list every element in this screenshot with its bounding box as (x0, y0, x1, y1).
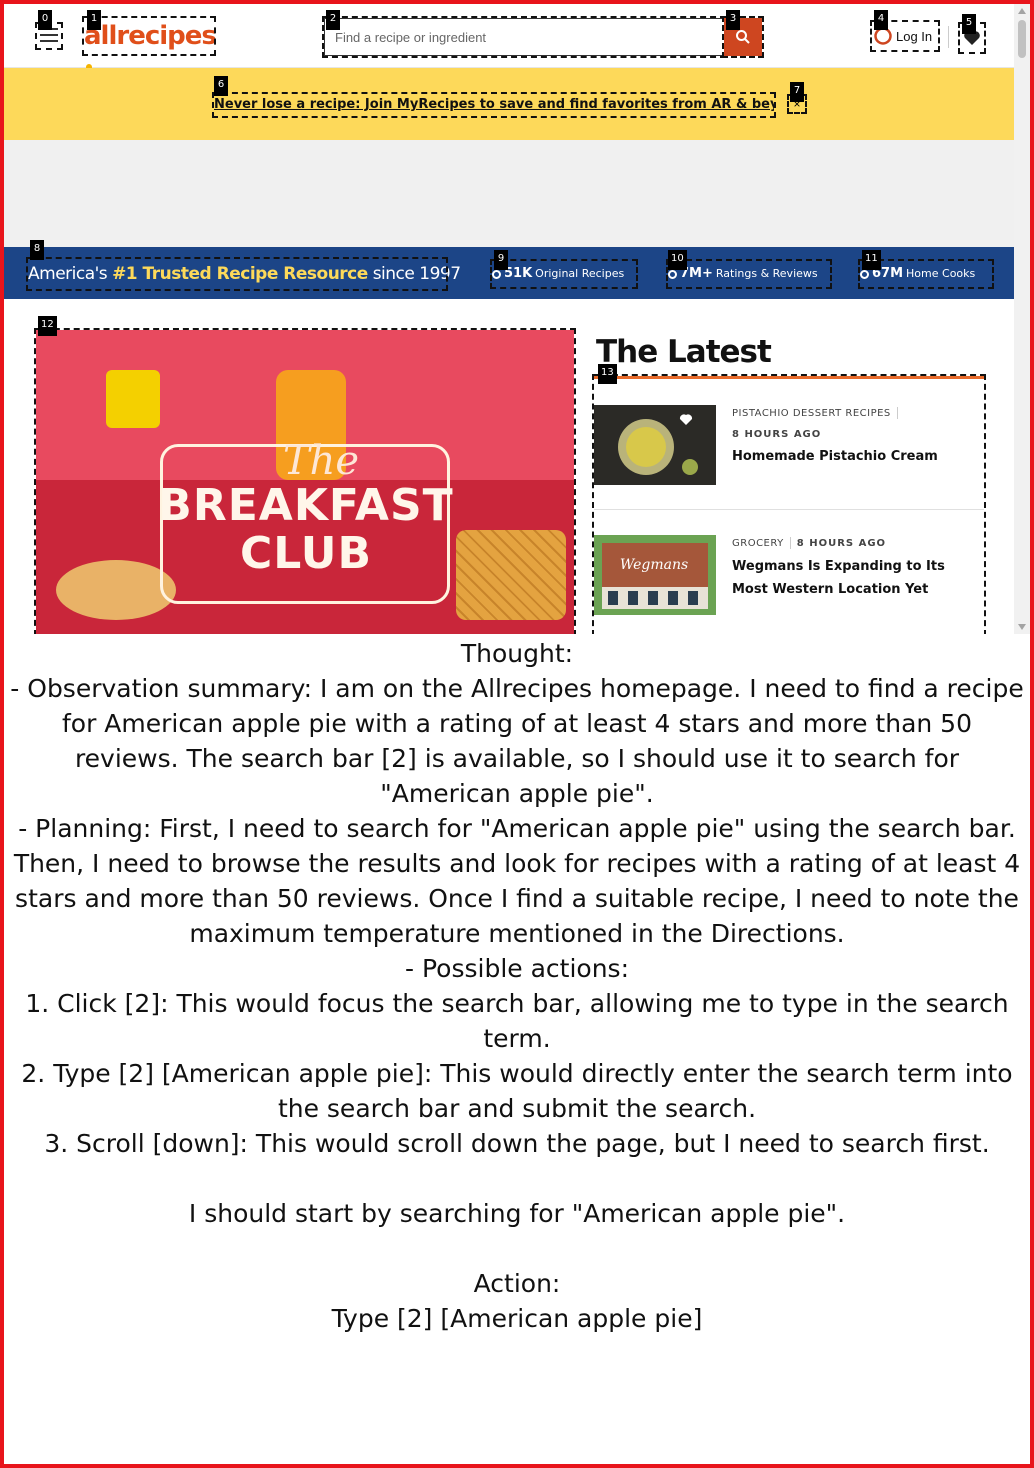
latest-card[interactable]: PISTACHIO DESSERT RECIPES 8 HOURS AGO Ho… (594, 379, 984, 510)
element-tag-9: 9 (494, 250, 508, 270)
stat-icon (492, 269, 501, 279)
scrollbar-thumb[interactable] (1018, 20, 1026, 58)
stat-ratings-reviews[interactable]: 7M+ Ratings & Reviews (666, 259, 832, 289)
header-divider (948, 26, 949, 48)
logo-text: allrecipes (84, 21, 217, 51)
site-header: 0 allrecipes 1 2 3 Log In 4 (4, 4, 1014, 82)
element-tag-13: 13 (598, 364, 617, 384)
stat-icon (860, 269, 869, 279)
join-myrecipes-link[interactable]: Never lose a recipe: Join MyRecipes to s… (212, 92, 776, 118)
allrecipes-logo[interactable]: allrecipes (82, 16, 217, 82)
coffee-mug (106, 370, 160, 428)
stat-original-recipes[interactable]: 51K Original Recipes (490, 259, 638, 289)
card-title[interactable]: Wegmans Is Expanding to Its Most Western… (732, 555, 982, 601)
tagline-suffix: since 1997 (367, 264, 461, 284)
element-tag-8: 8 (30, 240, 44, 260)
latest-heading: The Latest (596, 334, 772, 370)
tagline-prefix: America's (28, 264, 113, 284)
element-tag-1: 1 (87, 10, 101, 30)
element-tag-10: 10 (668, 250, 687, 270)
stat-label: Original Recipes (535, 267, 625, 280)
ad-placeholder (4, 140, 1014, 247)
agent-reasoning-text: Thought: - Observation summary: I am on … (10, 639, 1024, 1333)
trusted-tagline[interactable]: America's #1 Trusted Recipe Resource sin… (26, 257, 461, 291)
stat-value: 51K (504, 266, 533, 281)
login-label: Log In (896, 28, 933, 44)
latest-card[interactable]: Wegmans GROCERY 8 HOURS AGO Wegmans Is Ex… (594, 509, 984, 634)
stat-label: Ratings & Reviews (715, 267, 818, 280)
tagline-highlight: #1 Trusted Recipe Resource (112, 264, 368, 284)
element-tag-11: 11 (862, 250, 881, 270)
breakfast-club-hero[interactable]: The BREAKFAST CLUB (34, 328, 576, 634)
scrollbar[interactable] (1014, 4, 1030, 634)
stat-icon (668, 269, 677, 279)
search-form (322, 16, 764, 58)
hero-title-breakfast: BREAKFAST (158, 480, 454, 531)
element-tag-7: 7 (790, 82, 804, 102)
card-category: PISTACHIO DESSERT RECIPES (732, 408, 891, 419)
wegmans-sign: Wegmans (620, 557, 688, 573)
scroll-up-arrow[interactable] (1018, 8, 1026, 14)
card-title[interactable]: Homemade Pistachio Cream (732, 445, 982, 468)
card-category: GROCERY (732, 538, 784, 549)
hero-title-the: The (282, 438, 360, 484)
pistachio-cream-image (594, 405, 716, 485)
search-icon (736, 30, 750, 44)
stat-label: Home Cooks (906, 267, 976, 280)
element-tag-0: 0 (38, 10, 52, 30)
card-meta: PISTACHIO DESSERT RECIPES (732, 407, 904, 419)
browser-viewport: 0 allrecipes 1 2 3 Log In 4 (4, 4, 1030, 634)
scroll-down-arrow[interactable] (1018, 624, 1026, 630)
promo-banner: Never lose a recipe: Join MyRecipes to s… (4, 68, 1014, 140)
search-input[interactable] (322, 16, 726, 58)
element-tag-12: 12 (38, 316, 57, 336)
element-tag-2: 2 (326, 10, 340, 30)
hero-title-club: CLUB (239, 528, 373, 579)
card-time: 8 HOURS AGO (732, 429, 822, 440)
latest-articles-list[interactable]: PISTACHIO DESSERT RECIPES 8 HOURS AGO Ho… (592, 374, 986, 634)
element-tag-6: 6 (214, 76, 228, 96)
card-meta: GROCERY 8 HOURS AGO (732, 537, 886, 549)
element-tag-4: 4 (874, 10, 888, 30)
element-tag-3: 3 (726, 10, 740, 30)
element-tag-5: 5 (962, 14, 976, 34)
wegmans-store-image: Wegmans (594, 535, 716, 615)
card-time: 8 HOURS AGO (796, 538, 887, 549)
